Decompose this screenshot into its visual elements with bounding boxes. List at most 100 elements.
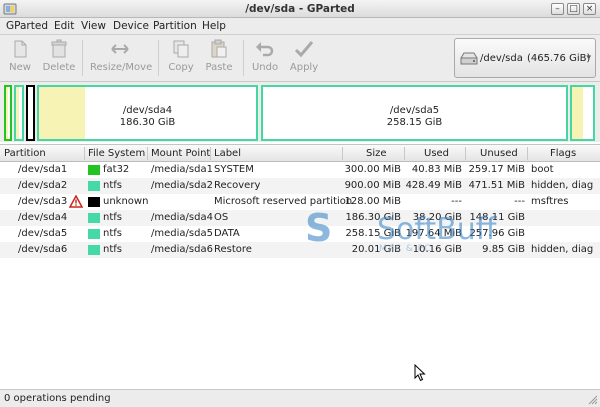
menu-gparted[interactable]: GParted [6,20,48,32]
resize-grip-icon[interactable] [588,395,598,405]
column-header-mount-point[interactable]: Mount Point [151,148,210,159]
resize-move-label: Resize/Move [90,62,153,73]
column-header-label[interactable]: Label [214,148,241,159]
copy-icon [173,40,189,58]
title-bar: /dev/sda - GParted – □ × [0,0,600,18]
delete-icon [51,39,67,58]
cell-unused: 259.17 MiB [468,164,525,175]
disk-map-sda4[interactable]: /dev/sda4 186.30 GiB [37,85,258,141]
cell-size: 900.00 MiB [344,180,401,191]
maximize-button[interactable]: □ [567,3,580,15]
cell-unused: 471.51 MiB [468,180,525,191]
operations-pending-status: 0 operations pending [4,393,111,404]
cell-size: 20.01 GiB [351,244,401,255]
undo-label: Undo [251,62,279,73]
new-button[interactable]: New [4,39,36,77]
used-space-bar [6,87,9,139]
menu-bar: GParted Edit View Device Partition Help [0,18,600,35]
undo-icon [256,42,274,57]
delete-label: Delete [42,62,76,73]
apply-button[interactable]: Apply [288,39,320,77]
new-label: New [9,62,31,73]
cell-mount-point: /media/sda1 [151,164,213,175]
cell-partition: /dev/sda2 [18,180,68,191]
menu-edit[interactable]: Edit [54,20,74,32]
cell-unused: --- [514,196,525,207]
paste-button[interactable]: Paste [204,39,234,77]
cell-partition: /dev/sda4 [18,212,68,223]
toolbar-separator [158,40,159,76]
cell-size: 128.00 MiB [344,196,401,207]
column-header-partition[interactable]: Partition [4,148,46,159]
column-header-unused[interactable]: Unused [480,148,518,159]
table-row[interactable]: /dev/sda2 ntfs /media/sda2 Recovery 900.… [0,178,600,194]
disk-map-sda5[interactable]: /dev/sda5 258.15 GiB [261,85,568,141]
delete-button[interactable]: Delete [42,39,76,77]
cell-used: 197.64 MiB [405,228,462,239]
used-space-bar [16,87,19,139]
cell-label: DATA [214,228,240,239]
close-button[interactable]: × [583,3,596,15]
cell-filesystem: ntfs [103,212,122,223]
resize-move-button[interactable]: Resize/Move [90,39,153,77]
cell-mount-point: /media/sda6 [151,244,213,255]
menu-device[interactable]: Device [113,20,149,32]
device-size: (465.76 GiB) [527,53,591,64]
menu-help[interactable]: Help [202,20,226,32]
cell-flags: msftres [531,196,569,207]
fs-color-swatch [88,197,100,207]
table-row[interactable]: /dev/sda3 unknown Microsoft reserved par… [0,194,600,210]
cell-unused: 257.96 GiB [469,228,525,239]
toolbar-separator [243,40,244,76]
warning-icon [69,195,83,208]
device-name: /dev/sda [480,53,523,64]
device-selector[interactable]: /dev/sda (465.76 GiB) ▾ [454,38,596,78]
copy-button[interactable]: Copy [166,39,196,77]
undo-button[interactable]: Undo [250,39,280,77]
table-row[interactable]: /dev/sda5 ntfs /media/sda5 DATA 258.15 G… [0,226,600,242]
chevron-down-icon: ▾ [586,53,591,63]
fs-color-swatch [88,165,100,175]
menu-view[interactable]: View [81,20,106,32]
cell-label: Recovery [214,180,261,191]
disk-map-sda3[interactable] [26,85,35,141]
disk-map-sda6[interactable] [570,85,595,141]
cell-unused: 9.85 GiB [482,244,525,255]
disk-map-sda4-size: 186.30 GiB [119,117,176,128]
cell-filesystem: fat32 [103,164,130,175]
cell-size: 186.30 GiB [345,212,401,223]
minimize-button[interactable]: – [551,3,564,15]
cell-size: 300.00 MiB [344,164,401,175]
table-row[interactable]: /dev/sda6 ntfs /media/sda6 Restore 20.01… [0,242,600,258]
column-header-flags[interactable]: Flags [550,148,576,159]
paste-icon [211,39,227,58]
menu-partition[interactable]: Partition [153,20,197,32]
fs-color-swatch [88,245,100,255]
cell-partition: /dev/sda6 [18,244,68,255]
cell-label: OS [214,212,229,223]
disk-map-sda5-name: /dev/sda5 [389,105,440,116]
disk-map: /dev/sda4 186.30 GiB /dev/sda5 258.15 Gi… [0,82,600,142]
partition-table: Partition File System Mount Point Label … [0,144,600,389]
cell-partition: /dev/sda3 [18,196,68,207]
cell-size: 258.15 GiB [345,228,401,239]
table-row[interactable]: /dev/sda1 fat32 /media/sda1 SYSTEM 300.0… [0,162,600,178]
column-header-used[interactable]: Used [424,148,449,159]
cell-flags: hidden, diag [531,180,594,191]
window-title: /dev/sda - GParted [245,3,355,15]
disk-map-sda2[interactable] [14,85,24,141]
cell-label: SYSTEM [214,164,254,175]
table-row[interactable]: /dev/sda4 ntfs /media/sda4 OS 186.30 GiB… [0,210,600,226]
hard-disk-icon [460,52,478,65]
fs-color-swatch [88,213,100,223]
cell-mount-point: /media/sda4 [151,212,213,223]
mouse-pointer-icon [414,364,426,382]
disk-map-sda1[interactable] [4,85,12,141]
cell-unused: 148.11 GiB [469,212,525,223]
cell-mount-point: /media/sda2 [151,180,213,191]
cell-used: 40.83 MiB [411,164,462,175]
column-header-size[interactable]: Size [366,148,387,159]
column-header-filesystem[interactable]: File System [88,148,145,159]
cell-filesystem: ntfs [103,228,122,239]
cell-flags: boot [531,164,554,175]
